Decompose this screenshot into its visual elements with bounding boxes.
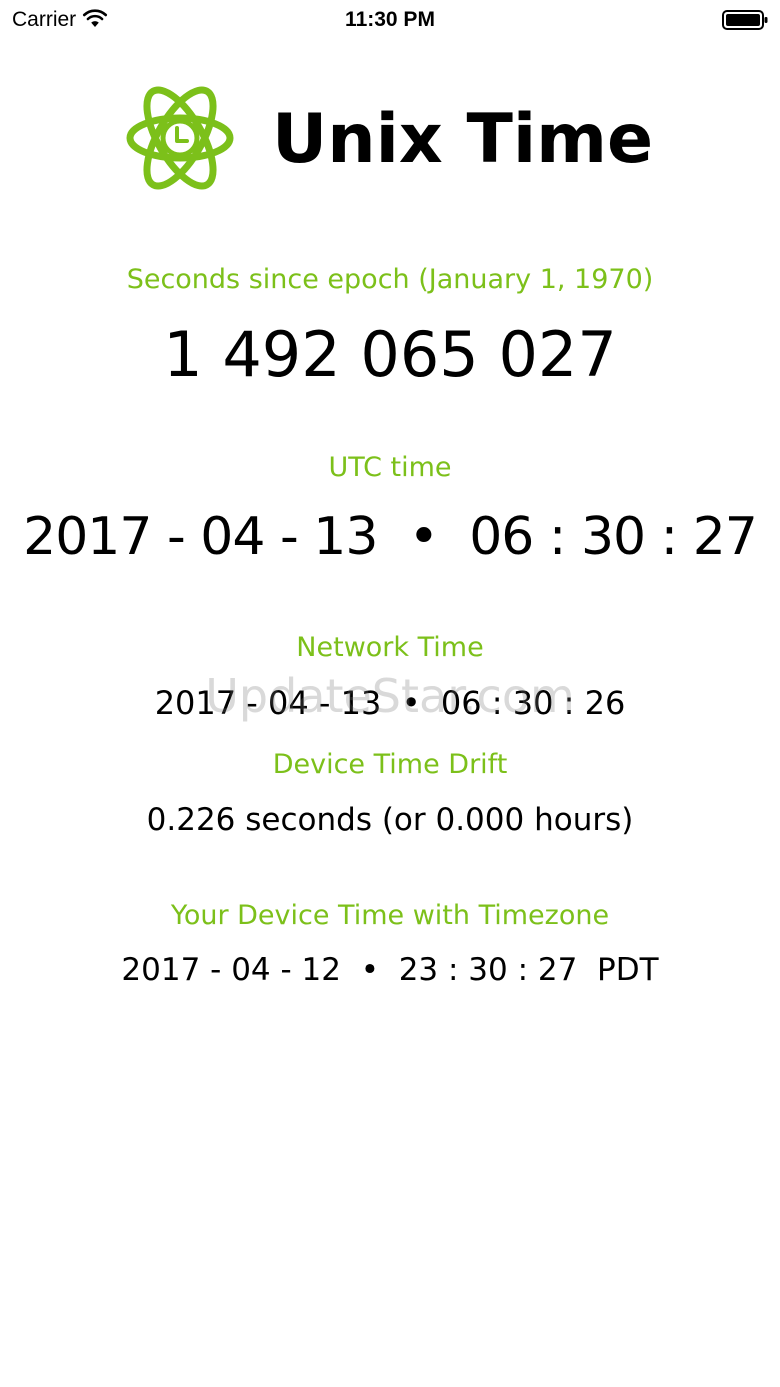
atom-clock-icon [126, 86, 234, 190]
app-header: Unix Time [0, 78, 780, 202]
device-time-label: Your Device Time with Timezone [170, 900, 610, 931]
network-time-label: Network Time [296, 632, 484, 663]
battery-icon [722, 10, 768, 30]
utc-value: 2017 - 04 - 13 • 06 : 30 : 27 [23, 507, 758, 567]
device-drift-value: 0.226 seconds (or 0.000 hours) [146, 802, 634, 838]
utc-label: UTC time [328, 452, 452, 483]
network-time-value: 2017 - 04 - 13 • 06 : 30 : 26 [154, 684, 626, 722]
status-clock: 11:30 PM [345, 8, 435, 31]
epoch-value: 1 492 065 027 [163, 318, 617, 391]
status-bar: Carrier 11:30 PM [0, 0, 780, 40]
epoch-label: Seconds since epoch (January 1, 1970) [126, 264, 654, 295]
device-time-value: 2017 - 04 - 12 • 23 : 30 : 27 PDT [121, 952, 659, 988]
device-drift-label: Device Time Drift [272, 749, 508, 780]
app-title: Unix Time [272, 100, 654, 179]
